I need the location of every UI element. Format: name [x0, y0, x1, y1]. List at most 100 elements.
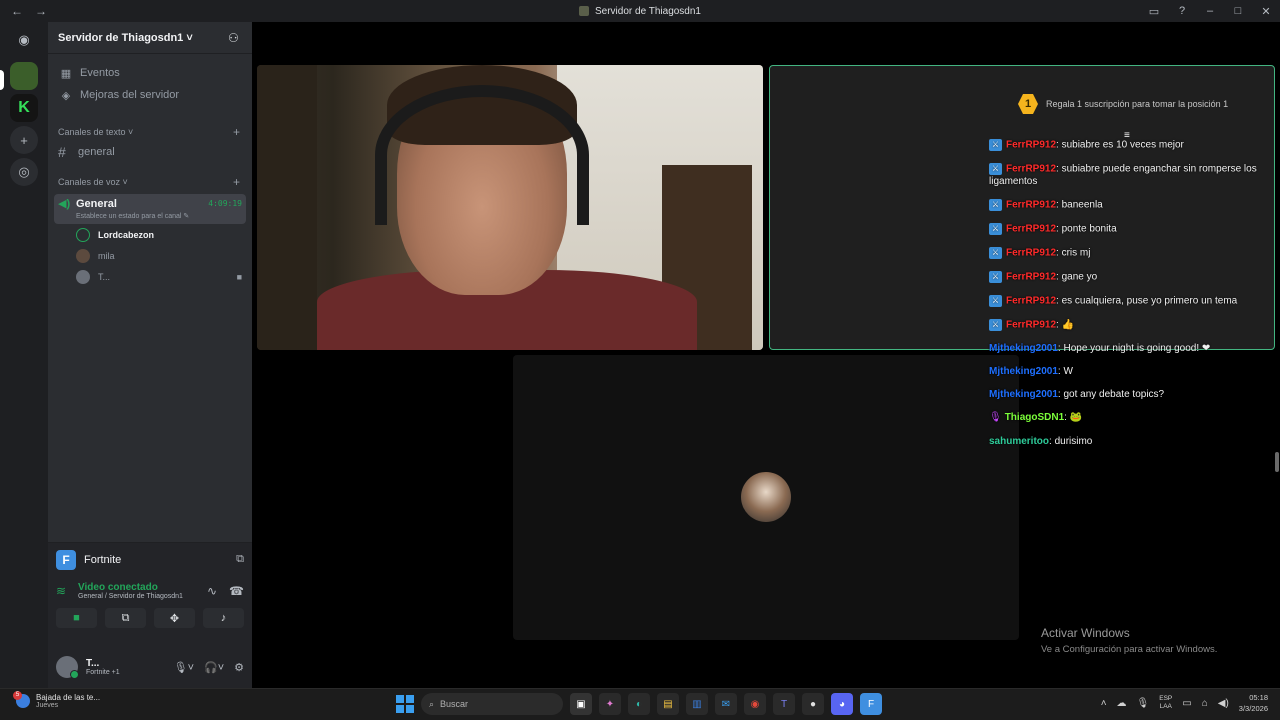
discord-icon[interactable]: ◕: [831, 693, 853, 715]
badge-icon: ⚔: [989, 222, 1002, 235]
add-member-icon[interactable]: ⚇: [228, 31, 242, 45]
server-icon-thiagosdn1[interactable]: [10, 62, 38, 90]
headphones-icon[interactable]: 🎧˅: [204, 661, 224, 674]
chat-username: sahumeritoo: [989, 435, 1050, 447]
webcam-tile[interactable]: [257, 65, 763, 350]
language-indicator[interactable]: ESP LAA: [1159, 695, 1172, 711]
start-icon[interactable]: [396, 695, 414, 713]
chat-text: : Hope your night is going good! ❤: [1057, 342, 1211, 354]
chat-message: Mjtheking2001: W: [989, 366, 1269, 378]
forward-button[interactable]: →: [34, 4, 48, 18]
explore-icon[interactable]: ◎: [10, 158, 38, 186]
date: 3/3/2026: [1238, 704, 1268, 713]
teams-icon[interactable]: T: [773, 693, 795, 715]
chat-text: : subiabre es 10 veces mejor: [1056, 139, 1184, 151]
share-screen-icon[interactable]: ⧉: [236, 553, 244, 566]
chat-username: ThiagoSDN1: [1004, 412, 1065, 424]
server-icon-k[interactable]: K: [10, 94, 38, 122]
chevron-up-icon[interactable]: ˄: [1101, 698, 1107, 709]
volume-icon[interactable]: ◀): [1218, 698, 1229, 709]
cloud-icon[interactable]: ☁: [1117, 698, 1127, 709]
voice-user[interactable]: T... ■: [48, 266, 252, 287]
camera-icon: ■: [236, 271, 242, 282]
gear-icon[interactable]: ⚙: [234, 661, 244, 674]
disconnect-icon[interactable]: ☎: [229, 584, 244, 598]
chat-message: sahumeritoo: durisimo: [989, 436, 1269, 448]
close-button[interactable]: ✕: [1252, 5, 1280, 18]
voice-user[interactable]: Lordcabezon: [48, 224, 252, 245]
events-label: Eventos: [80, 67, 120, 79]
user-panel: T... Fortnite +1 🎙˅ 🎧˅ ⚙: [48, 646, 252, 688]
voice-connection-panel: ≋ Video conectado General / Servidor de …: [48, 576, 252, 646]
text-category[interactable]: Canales de texto ˅ +: [48, 122, 252, 142]
direct-messages-icon[interactable]: ◉: [10, 26, 38, 54]
badge-icon: ⚔: [989, 318, 1002, 331]
chrome-icon[interactable]: ◉: [744, 693, 766, 715]
help-icon[interactable]: ?: [1168, 5, 1196, 17]
camera-button[interactable]: ■: [56, 608, 97, 628]
user-status: Fortnite +1: [86, 669, 120, 676]
chat-username: FerrRP912: [1006, 295, 1057, 307]
file-explorer-icon[interactable]: ▤: [657, 693, 679, 715]
search-placeholder: Buscar: [440, 699, 469, 709]
channel-general-text[interactable]: # general: [48, 142, 252, 162]
screen-share-button[interactable]: ⧉: [105, 608, 146, 628]
mail-icon[interactable]: ✉: [715, 693, 737, 715]
noise-suppression-icon[interactable]: ∿: [207, 584, 217, 598]
chat-username: FerrRP912: [1006, 271, 1057, 283]
chat-message: ⚔ FerrRP912: subiabre es 10 veces mejor: [989, 139, 1269, 152]
signal-icon[interactable]: ≋: [56, 584, 70, 598]
chat-message: ⚔ FerrRP912: 👍: [989, 318, 1269, 332]
avatar[interactable]: [56, 656, 79, 679]
boost-icon: ◈: [61, 89, 71, 102]
obs-icon[interactable]: ●: [802, 693, 824, 715]
chat-text: : W: [1057, 365, 1073, 377]
server-header[interactable]: Servidor de Thiagosdn1 ˅ ⚇: [48, 22, 252, 54]
channel-status-prompt[interactable]: Establece un estado para el canal ✎: [76, 212, 242, 220]
microphone-icon[interactable]: 🎙˅: [174, 661, 194, 674]
chat-message: ⚔ FerrRP912: ponte bonita: [989, 222, 1269, 236]
network-icon[interactable]: ⌂: [1202, 698, 1208, 709]
speaker-icon: ◀): [58, 198, 71, 210]
weather-text: Bajada de las te...: [36, 693, 101, 702]
chat-message: ⚔ FerrRP912: baneenla: [989, 198, 1269, 212]
scroll-handle[interactable]: [1275, 452, 1279, 472]
back-button[interactable]: ←: [10, 4, 24, 18]
avatar: [76, 227, 90, 242]
maximize-button[interactable]: □: [1224, 5, 1252, 17]
window-title: Servidor de Thiagosdn1: [595, 5, 701, 17]
mic-tray-icon[interactable]: 🎙: [1137, 698, 1150, 709]
add-server-icon[interactable]: +: [10, 126, 38, 154]
activities-button[interactable]: ✥: [154, 608, 195, 628]
store-icon[interactable]: ▥: [686, 693, 708, 715]
weather-widget[interactable]: 5 Bajada de las te... Jueves: [13, 691, 101, 709]
keyboard-layout: LAA: [1159, 703, 1172, 710]
voice-timer: 4:09:19: [208, 199, 242, 208]
add-voice-channel-icon[interactable]: +: [233, 175, 240, 189]
voice-channel-general[interactable]: ◀) General 4:09:19 Establece un estado p…: [54, 194, 246, 224]
edge-icon[interactable]: ◐: [628, 693, 650, 715]
connection-location[interactable]: General / Servidor de Thiagosdn1: [78, 593, 183, 600]
weather-icon: 5: [13, 691, 30, 708]
broadcaster-icon: 🎙: [989, 412, 1002, 424]
task-view-icon[interactable]: ▣: [570, 693, 592, 715]
user-name: T...: [86, 658, 100, 669]
watermark-subtitle: Ve a Configuración para activar Windows.: [1041, 644, 1218, 655]
voice-category[interactable]: Canales de voz ˅ +: [48, 172, 252, 192]
fortnite-taskbar-icon[interactable]: F: [860, 693, 882, 715]
search-input[interactable]: ⌕ Buscar: [421, 693, 563, 715]
fortnite-icon: F: [56, 549, 76, 570]
badge-icon: ⚔: [989, 139, 1002, 151]
inbox-icon[interactable]: ▭: [1140, 5, 1168, 18]
display-icon[interactable]: ▭: [1182, 698, 1191, 709]
copilot-icon[interactable]: ✦: [599, 693, 621, 715]
minimize-button[interactable]: –: [1196, 5, 1224, 17]
clock[interactable]: 05:18 3/3/2026: [1239, 692, 1268, 714]
events-link[interactable]: ▦ Eventos: [48, 62, 252, 84]
voice-user[interactable]: mila: [48, 245, 252, 266]
add-text-channel-icon[interactable]: +: [233, 125, 240, 139]
boosts-link[interactable]: ◈ Mejoras del servidor: [48, 84, 252, 106]
channel-label: general: [78, 146, 115, 158]
chat-username: FerrRP912: [1006, 163, 1057, 175]
soundboard-button[interactable]: ♪: [203, 608, 244, 628]
